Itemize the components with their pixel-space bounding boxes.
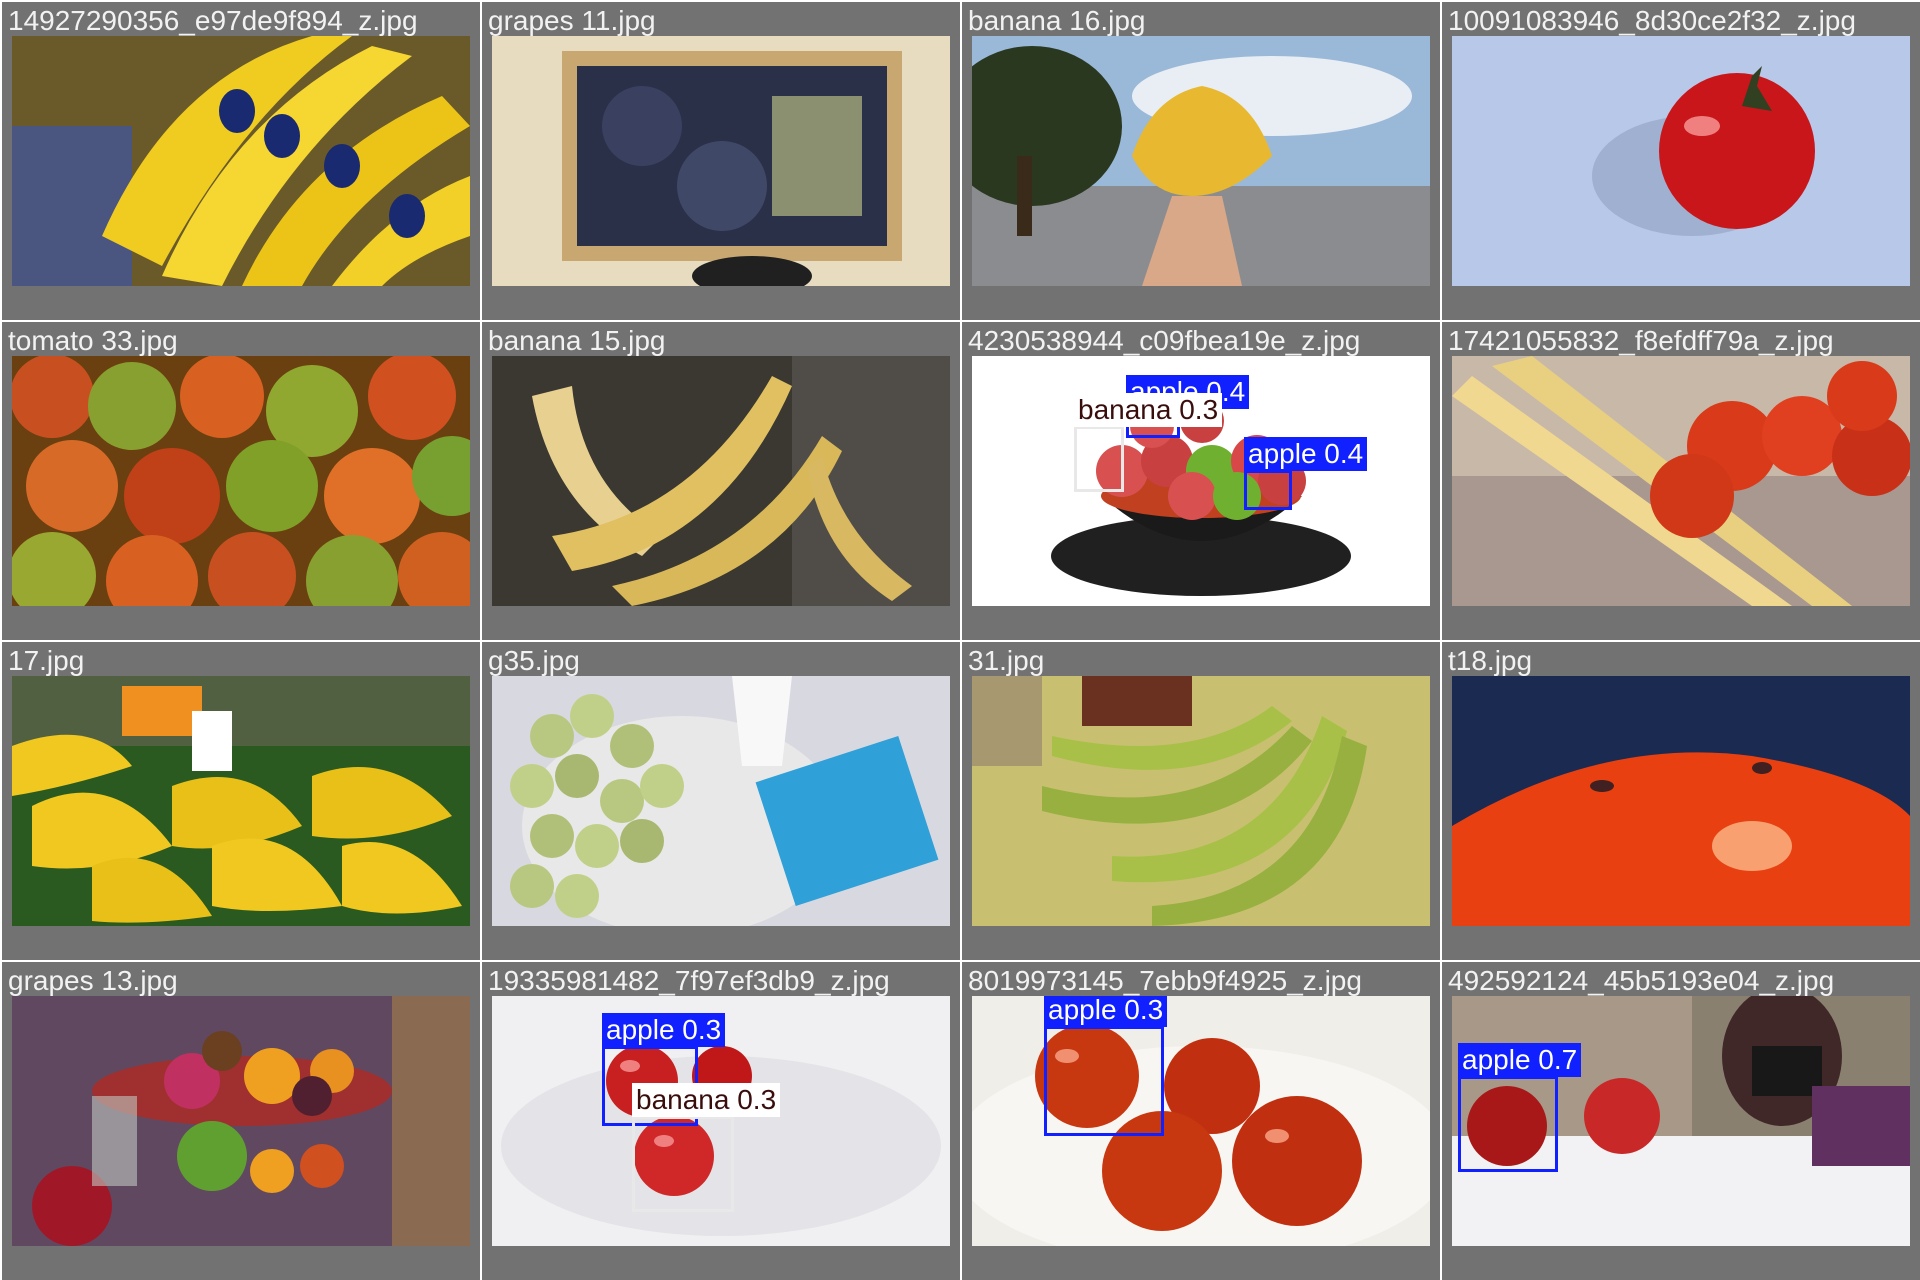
photo-bananas — [12, 36, 470, 286]
detection-box-banana: banana 0.3 — [1074, 393, 1223, 492]
image-filename: 17.jpg — [8, 645, 85, 676]
image-filename: grapes 11.jpg — [488, 5, 656, 36]
photo-ripe-bananas — [492, 356, 950, 606]
tile-10: g35.jpg — [482, 642, 960, 960]
detection-box-apple: apple 0.7 — [1458, 1043, 1582, 1172]
tile-16: apple 0.7 492592124_45b5193e04_z.jpg — [1442, 962, 1920, 1280]
tile-8: 17421055832_f8efdff79a_z.jpg — [1442, 322, 1920, 640]
photo-spaghetti-tomatoes — [1452, 356, 1910, 606]
tile-2: grapes 11.jpg — [482, 2, 960, 320]
detection-label: apple 0.3 — [602, 1013, 726, 1047]
tile-1: 14927290356_e97de9f894_z.jpg — [2, 2, 480, 320]
image-filename: 492592124_45b5193e04_z.jpg — [1448, 965, 1835, 996]
image-filename: 10091083946_8d30ce2f32_z.jpg — [1448, 5, 1856, 36]
image-filename: 17421055832_f8efdff79a_z.jpg — [1448, 325, 1834, 356]
detection-label: banana 0.3 — [632, 1083, 781, 1117]
image-filename: 4230538944_c09fbea19e_z.jpg — [968, 325, 1361, 356]
image-filename: 19335981482_7f97ef3db9_z.jpg — [488, 965, 890, 996]
detection-label: apple 0.3 — [1044, 996, 1168, 1027]
photo-market-bananas — [12, 676, 470, 926]
photo-photographer-apples: apple 0.7 — [1452, 996, 1910, 1246]
tile-6: banana 15.jpg — [482, 322, 960, 640]
tile-3: banana 16.jpg — [962, 2, 1440, 320]
image-filename: g35.jpg — [488, 645, 580, 676]
image-filename: 8019973145_7ebb9f4925_z.jpg — [968, 965, 1362, 996]
photo-tomatoes-pile — [12, 356, 470, 606]
image-filename: banana 16.jpg — [968, 5, 1146, 36]
photo-green-grapes — [492, 676, 950, 926]
detection-box-apple: apple 0.3 — [1044, 996, 1168, 1136]
image-filename: grapes 13.jpg — [8, 965, 178, 996]
detection-box-apple: apple 0.4 — [1244, 437, 1368, 510]
tile-14: apple 0.3 banana 0.3 19335981482_7f97ef3… — [482, 962, 960, 1280]
photo-tomato-blue — [1452, 36, 1910, 286]
photo-red-apples: apple 0.3 banana 0.3 — [492, 996, 950, 1246]
detection-label: banana 0.3 — [1074, 393, 1223, 427]
photo-tomatoes-plate: apple 0.3 — [972, 996, 1430, 1246]
tile-11: 31.jpg — [962, 642, 1440, 960]
photo-grapes-crate — [492, 36, 950, 286]
tile-7: apple 0.4 banana 0.3 apple 0.4 423053894… — [962, 322, 1440, 640]
photo-green-bananas — [972, 676, 1430, 926]
photo-hand-bananas — [972, 36, 1430, 286]
photo-tomato-fly — [1452, 676, 1910, 926]
image-filename: 31.jpg — [968, 645, 1045, 676]
photo-apple-bowl: apple 0.4 banana 0.3 apple 0.4 — [972, 356, 1430, 606]
tile-13: grapes 13.jpg — [2, 962, 480, 1280]
image-filename: banana 15.jpg — [488, 325, 666, 356]
photo-fruit-platter — [12, 996, 470, 1246]
image-filename: t18.jpg — [1448, 645, 1533, 676]
detection-box-banana: banana 0.3 — [632, 1083, 781, 1212]
tile-12: t18.jpg — [1442, 642, 1920, 960]
tile-9: 17.jpg — [2, 642, 480, 960]
detection-grid: 14927290356_e97de9f894_z.jpg grapes 11.j… — [0, 0, 1920, 1280]
tile-15: apple 0.3 8019973145_7ebb9f4925_z.jpg — [962, 962, 1440, 1280]
tile-4: 10091083946_8d30ce2f32_z.jpg — [1442, 2, 1920, 320]
tile-5: tomato 33.jpg — [2, 322, 480, 640]
detection-label: apple 0.7 — [1458, 1043, 1582, 1077]
image-filename: 14927290356_e97de9f894_z.jpg — [8, 5, 418, 36]
detection-label: apple 0.4 — [1244, 437, 1368, 471]
image-filename: tomato 33.jpg — [8, 325, 178, 356]
